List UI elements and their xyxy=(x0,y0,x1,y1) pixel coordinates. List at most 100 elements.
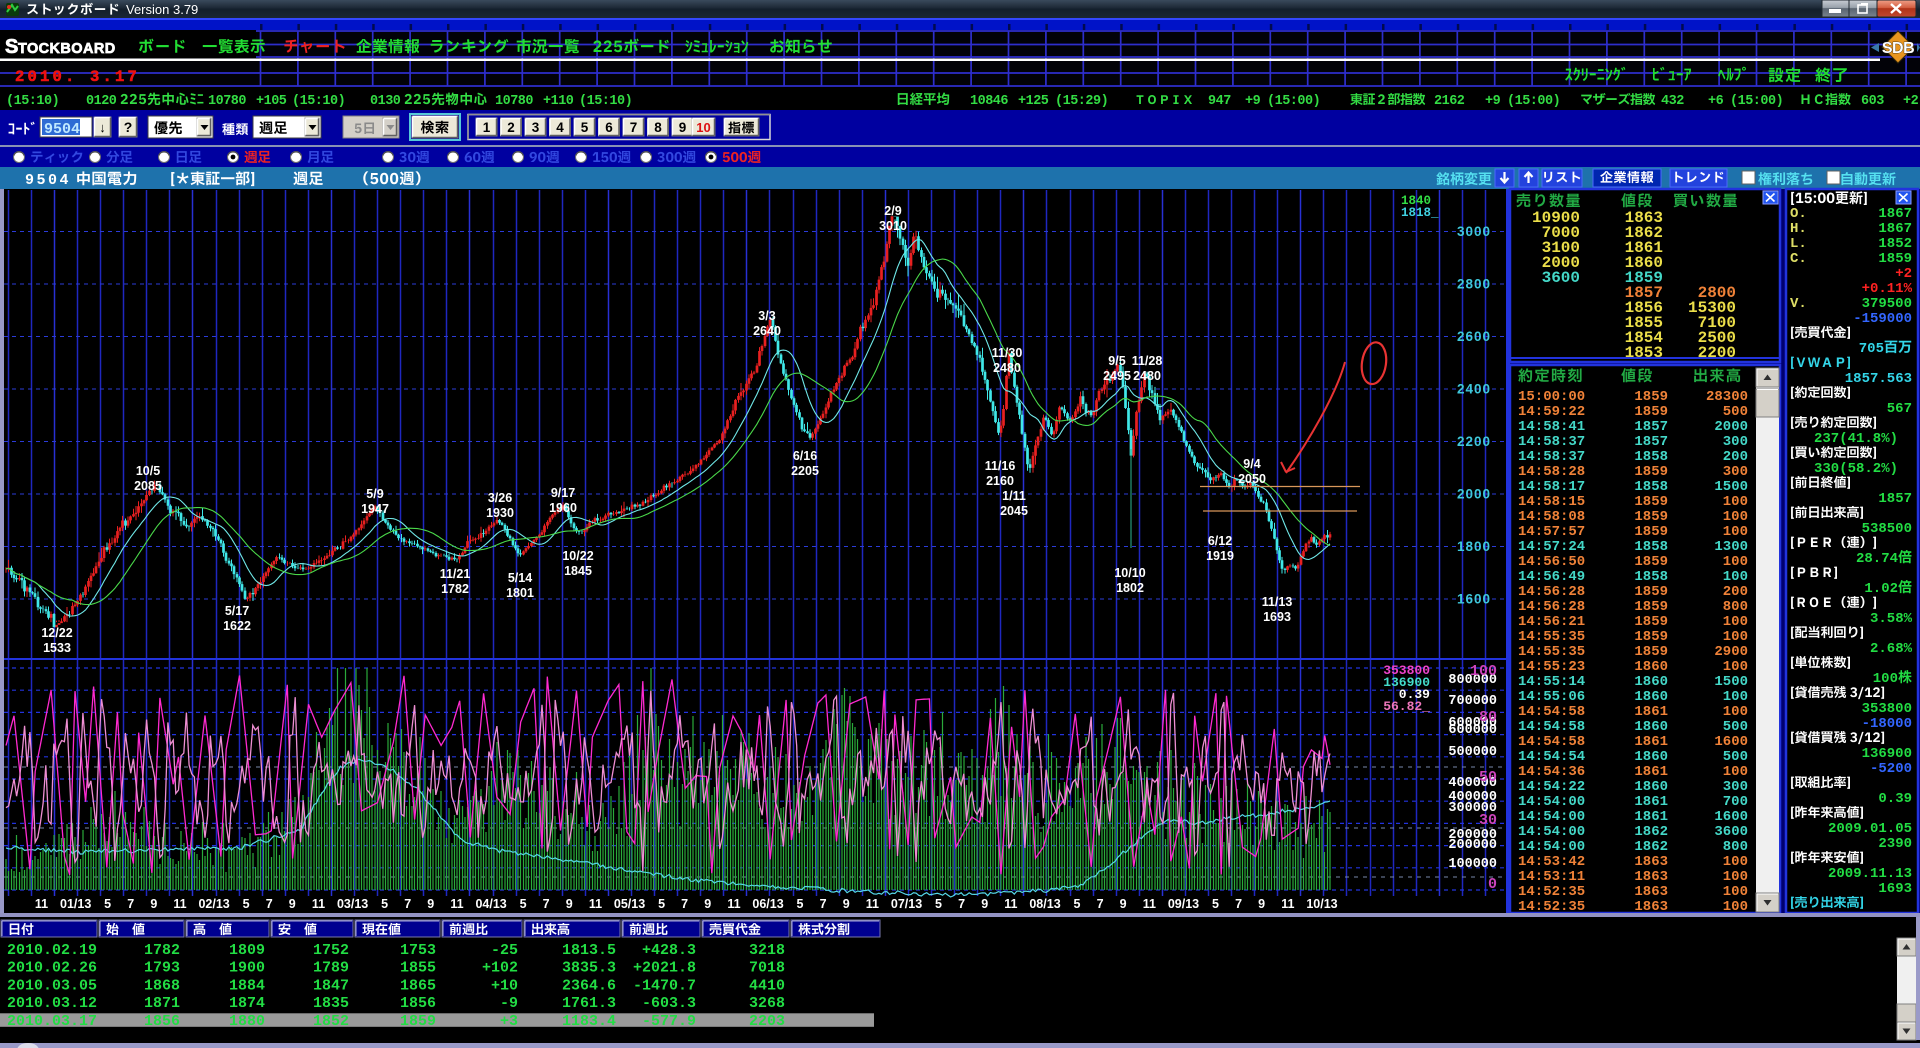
svg-text:1947: 1947 xyxy=(361,502,389,516)
svg-text:2000: 2000 xyxy=(1714,419,1748,435)
svg-text:-159000: -159000 xyxy=(1853,311,1912,327)
svg-text:14:56:50: 14:56:50 xyxy=(1518,554,1585,570)
svg-text:1789: 1789 xyxy=(313,960,349,977)
svg-text:5: 5 xyxy=(935,897,942,911)
svg-text:50: 50 xyxy=(1479,769,1497,786)
svg-text:5: 5 xyxy=(520,897,527,911)
svg-text:14:53:11: 14:53:11 xyxy=(1518,869,1585,885)
svg-text:2364.6: 2364.6 xyxy=(562,977,616,994)
svg-text:1853: 1853 xyxy=(1625,344,1663,362)
svg-text:14:56:28: 14:56:28 xyxy=(1518,584,1585,600)
svg-text:3600: 3600 xyxy=(1714,824,1748,840)
svg-text:3268: 3268 xyxy=(749,995,785,1012)
svg-text:1.02: 1.02 xyxy=(1864,581,1898,597)
svg-text:5/14: 5/14 xyxy=(508,571,532,585)
svg-text:330(58.2%): 330(58.2%) xyxy=(1814,461,1898,477)
svg-text:2/9: 2/9 xyxy=(884,204,901,218)
svg-text:1863: 1863 xyxy=(1634,869,1668,885)
svg-text:0130: 0130 xyxy=(370,94,401,109)
svg-text:800: 800 xyxy=(1723,599,1748,615)
svg-text:11: 11 xyxy=(35,897,48,911)
svg-text:11: 11 xyxy=(1281,897,1294,911)
svg-text:14:58:08: 14:58:08 xyxy=(1518,509,1585,525)
svg-text:14:54:58: 14:54:58 xyxy=(1518,734,1585,750)
svg-text:1753: 1753 xyxy=(400,942,436,959)
svg-text:5: 5 xyxy=(1212,897,1219,911)
svg-text:14:54:00: 14:54:00 xyxy=(1518,839,1585,855)
svg-text:02/13: 02/13 xyxy=(198,897,229,911)
svg-text:7: 7 xyxy=(127,897,134,911)
svg-text:2: 2 xyxy=(507,120,515,135)
svg-text:1859: 1859 xyxy=(1634,629,1668,645)
svg-text:11: 11 xyxy=(1143,897,1156,911)
svg-text:1860: 1860 xyxy=(1634,674,1668,690)
svg-text:C.: C. xyxy=(1790,251,1807,267)
svg-text:9/17: 9/17 xyxy=(551,486,575,500)
svg-text:300: 300 xyxy=(1723,464,1748,480)
svg-text:9: 9 xyxy=(289,897,296,911)
svg-text:14:57:24: 14:57:24 xyxy=(1518,539,1585,555)
svg-text:100: 100 xyxy=(1723,884,1748,900)
svg-text:14:56:21: 14:56:21 xyxy=(1518,614,1585,630)
svg-text:14:59:22: 14:59:22 xyxy=(1518,404,1585,420)
svg-text:11/13: 11/13 xyxy=(1262,595,1293,609)
svg-text:TOCKBOARD: TOCKBOARD xyxy=(18,41,116,57)
svg-text:2160: 2160 xyxy=(986,474,1014,488)
svg-text:+3: +3 xyxy=(500,1013,518,1030)
svg-text:1859: 1859 xyxy=(1634,509,1668,525)
svg-text:2010.02.26: 2010.02.26 xyxy=(7,960,97,977)
svg-text:1500: 1500 xyxy=(1714,479,1748,495)
svg-text:2010. 3.17: 2010. 3.17 xyxy=(15,68,140,86)
svg-text:2000: 2000 xyxy=(1457,487,1491,502)
svg-text:-603.3: -603.3 xyxy=(642,995,696,1012)
svg-text:1856: 1856 xyxy=(400,995,436,1012)
svg-text:1752: 1752 xyxy=(313,942,349,959)
svg-text:14:54:00: 14:54:00 xyxy=(1518,794,1585,810)
svg-text:-577.9: -577.9 xyxy=(642,1013,696,1030)
svg-text:7: 7 xyxy=(404,897,411,911)
svg-text:1858: 1858 xyxy=(1634,539,1668,555)
svg-text:1859: 1859 xyxy=(1634,599,1668,615)
svg-text:2050: 2050 xyxy=(1238,472,1266,486)
svg-text:2010.03.05: 2010.03.05 xyxy=(7,977,97,994)
svg-text:1863: 1863 xyxy=(1634,854,1668,870)
svg-text:1300: 1300 xyxy=(1714,539,1748,555)
svg-text:+2: +2 xyxy=(1895,266,1912,282)
svg-text:30: 30 xyxy=(1479,812,1497,829)
svg-text:↓: ↓ xyxy=(99,120,106,135)
svg-text:1782: 1782 xyxy=(144,942,180,959)
svg-text:14:58:37: 14:58:37 xyxy=(1518,434,1585,450)
svg-text:1960: 1960 xyxy=(549,501,577,515)
svg-text:2010.02.19: 2010.02.19 xyxy=(7,942,97,959)
svg-text:1802: 1802 xyxy=(1116,581,1144,595)
svg-text:H.: H. xyxy=(1790,221,1807,237)
svg-text:2203: 2203 xyxy=(749,1013,785,1030)
svg-text:2010.03.12: 2010.03.12 xyxy=(7,995,97,1012)
svg-text:11/30: 11/30 xyxy=(992,346,1023,360)
svg-text:5: 5 xyxy=(381,897,388,911)
svg-text:100: 100 xyxy=(1723,659,1748,675)
svg-text:(15:10): (15:10) xyxy=(6,94,59,109)
svg-text:1/11: 1/11 xyxy=(1002,489,1026,503)
svg-text:14:56:28: 14:56:28 xyxy=(1518,599,1585,615)
svg-text:1600: 1600 xyxy=(1714,809,1748,825)
svg-text:1818_: 1818_ xyxy=(1401,206,1439,220)
svg-text:9/4: 9/4 xyxy=(1243,457,1260,471)
svg-text:7: 7 xyxy=(958,897,965,911)
svg-text:10/10: 10/10 xyxy=(1114,566,1145,580)
svg-text:9: 9 xyxy=(679,120,687,135)
svg-text:2800: 2800 xyxy=(1457,277,1491,292)
svg-text:+10: +10 xyxy=(491,977,518,994)
svg-text:3218: 3218 xyxy=(749,942,785,959)
svg-text:2495: 2495 xyxy=(1103,369,1131,383)
svg-text:1183.4: 1183.4 xyxy=(562,1013,616,1030)
svg-text:2480: 2480 xyxy=(1133,369,1161,383)
svg-text:100: 100 xyxy=(1723,524,1748,540)
svg-text:1865: 1865 xyxy=(400,977,436,994)
svg-text:2390: 2390 xyxy=(1878,836,1912,852)
svg-text:3/26: 3/26 xyxy=(488,491,512,505)
svg-text:1857: 1857 xyxy=(1634,419,1668,435)
svg-text:1863: 1863 xyxy=(1634,899,1668,915)
svg-text:1900: 1900 xyxy=(229,960,265,977)
svg-text:80: 80 xyxy=(1479,709,1497,726)
